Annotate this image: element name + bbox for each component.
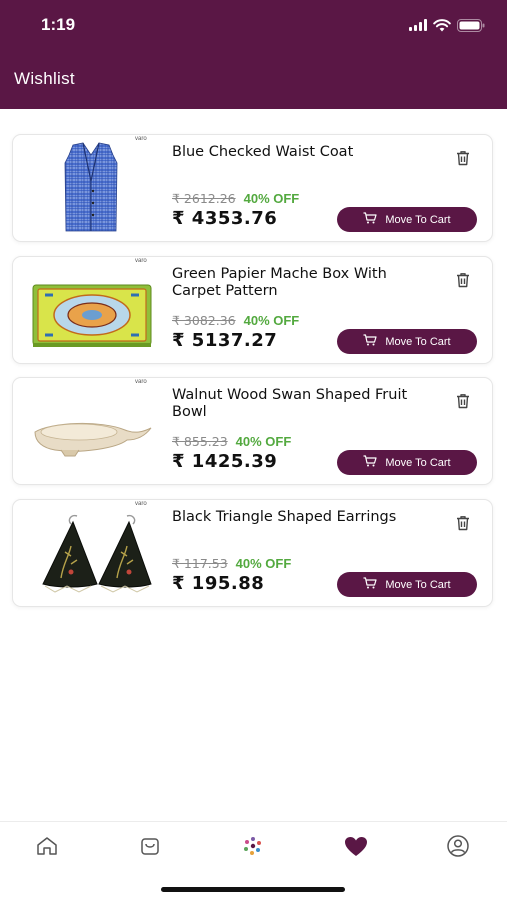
- status-time: 1:19: [41, 15, 76, 34]
- pricing-row: ₹ 855.23 40% OFF: [172, 434, 291, 449]
- sale-price: ₹ 195.88: [172, 573, 265, 594]
- sale-price: ₹ 1425.39: [172, 451, 278, 472]
- trash-icon[interactable]: [454, 392, 472, 410]
- brand-logo: varo: [135, 136, 147, 142]
- wifi-icon: [433, 18, 451, 32]
- cart-icon: [363, 455, 377, 470]
- heart-icon[interactable]: [344, 834, 368, 858]
- status-bar: 1:19: [0, 0, 507, 50]
- move-to-cart-label: Move To Cart: [385, 578, 451, 591]
- cart-icon: [363, 334, 377, 349]
- original-price: ₹ 3082.36: [172, 313, 236, 328]
- product-name[interactable]: Black Triangle Shaped Earrings: [172, 509, 422, 526]
- status-icons: [409, 17, 485, 33]
- move-to-cart-button[interactable]: Move To Cart: [337, 572, 477, 597]
- brand-logo: varo: [135, 501, 147, 507]
- wishlist-item[interactable]: varo Blue Checked Waist Coat ₹ 2612.26 4…: [12, 134, 493, 242]
- move-to-cart-label: Move To Cart: [385, 213, 451, 226]
- brand-logo: varo: [135, 379, 147, 385]
- profile-icon[interactable]: [446, 834, 470, 858]
- move-to-cart-label: Move To Cart: [385, 335, 451, 348]
- cart-icon: [363, 212, 377, 227]
- move-to-cart-button[interactable]: Move To Cart: [337, 329, 477, 354]
- cart-icon: [363, 577, 377, 592]
- wishlist-item[interactable]: varo Green Papier Mache Box With Carpet …: [12, 256, 493, 364]
- product-image[interactable]: [21, 141, 161, 235]
- sale-price: ₹ 5137.27: [172, 330, 278, 351]
- brand-icon[interactable]: [241, 834, 265, 858]
- product-image[interactable]: [21, 263, 161, 357]
- discount-badge: 40% OFF: [235, 556, 292, 571]
- discount-badge: 40% OFF: [243, 313, 300, 328]
- brand-logo: varo: [135, 258, 147, 264]
- original-price: ₹ 855.23: [172, 434, 228, 449]
- signal-icon: [409, 19, 427, 31]
- page-title: Wishlist: [14, 69, 75, 88]
- discount-badge: 40% OFF: [243, 191, 300, 206]
- battery-icon: [457, 18, 485, 32]
- product-name[interactable]: Walnut Wood Swan Shaped Fruit Bowl: [172, 387, 422, 421]
- discount-badge: 40% OFF: [235, 434, 292, 449]
- move-to-cart-button[interactable]: Move To Cart: [337, 450, 477, 475]
- wishlist-item[interactable]: varo Black Triangle Shaped Earrings ₹ 11…: [12, 499, 493, 607]
- home-icon[interactable]: [35, 834, 59, 858]
- pricing-row: ₹ 117.53 40% OFF: [172, 556, 291, 571]
- trash-icon[interactable]: [454, 271, 472, 289]
- product-image[interactable]: [21, 384, 161, 478]
- pricing-row: ₹ 3082.36 40% OFF: [172, 313, 299, 328]
- trash-icon[interactable]: [454, 149, 472, 167]
- bag-icon[interactable]: [138, 834, 162, 858]
- move-to-cart-label: Move To Cart: [385, 456, 451, 469]
- home-indicator: [161, 887, 345, 892]
- product-name[interactable]: Blue Checked Waist Coat: [172, 144, 422, 161]
- wishlist-item[interactable]: varo Walnut Wood Swan Shaped Fruit Bowl …: [12, 377, 493, 485]
- original-price: ₹ 117.53: [172, 556, 228, 571]
- product-name[interactable]: Green Papier Mache Box With Carpet Patte…: [172, 266, 422, 300]
- original-price: ₹ 2612.26: [172, 191, 236, 206]
- sale-price: ₹ 4353.76: [172, 208, 278, 229]
- product-image[interactable]: [21, 506, 161, 600]
- pricing-row: ₹ 2612.26 40% OFF: [172, 191, 299, 206]
- trash-icon[interactable]: [454, 514, 472, 532]
- app-header: 1:19 Wishlist: [0, 0, 507, 109]
- move-to-cart-button[interactable]: Move To Cart: [337, 207, 477, 232]
